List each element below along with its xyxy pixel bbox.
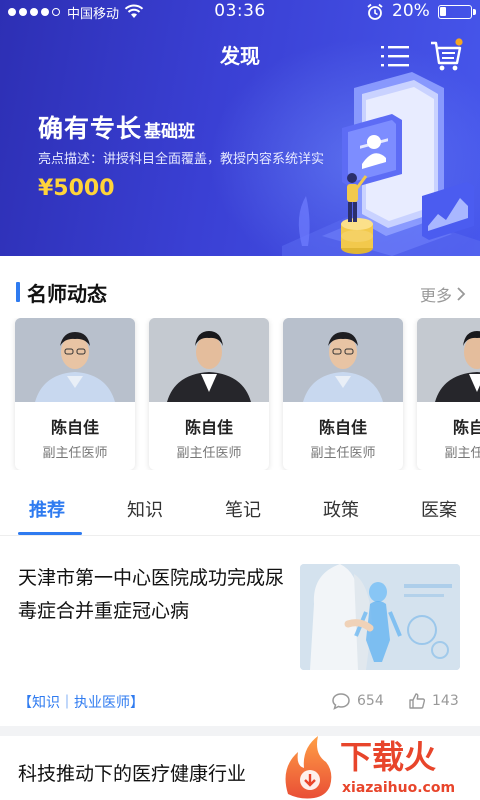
teachers-carousel[interactable]: 陈自佳 副主任医师 陈自佳 副主任医师 陈自佳 副主任医师 陈自 副主任 bbox=[0, 318, 480, 470]
article-item[interactable]: 天津市第一中心医院成功完成尿毒症合并重症冠心病 【知识｜执业医师】 654 14… bbox=[0, 548, 480, 726]
teacher-photo bbox=[417, 318, 480, 402]
hero-banner[interactable]: 中国移动 03:36 20% 发现 确有专长 基础班 亮点描述：讲授科目全面覆盖… bbox=[0, 0, 480, 256]
like-count[interactable]: 143 bbox=[408, 692, 459, 710]
tab-cases[interactable]: 医案 bbox=[421, 496, 457, 522]
article-tag: 【知识｜执业医师】 bbox=[18, 695, 144, 711]
comment-count[interactable]: 654 bbox=[331, 692, 384, 710]
teacher-card[interactable]: 陈自佳 副主任医师 bbox=[149, 318, 269, 470]
teacher-role: 副主任医师 bbox=[444, 446, 480, 461]
banner-price: ¥5000 bbox=[38, 176, 115, 201]
teacher-card[interactable]: 陈自佳 副主任医师 bbox=[283, 318, 403, 470]
alarm-icon bbox=[367, 3, 383, 20]
tab-policy[interactable]: 政策 bbox=[323, 496, 359, 522]
teachers-section-header: 名师动态 更多 bbox=[0, 278, 480, 308]
status-bar: 中国移动 03:36 20% bbox=[0, 0, 480, 24]
teacher-name: 陈自佳 bbox=[184, 418, 233, 437]
watermark-brand: 下载火 bbox=[340, 738, 436, 776]
tab-knowledge[interactable]: 知识 bbox=[127, 496, 163, 522]
battery-level bbox=[440, 7, 446, 16]
article-title: 科技推动下的医疗健康行业 bbox=[18, 763, 247, 785]
thumbs-up-icon bbox=[409, 693, 426, 709]
banner-title-main: 确有专长 bbox=[38, 114, 143, 143]
battery-percentage: 20% bbox=[392, 1, 430, 21]
category-tabs: 推荐 知识 笔记 政策 医案 bbox=[0, 488, 480, 536]
banner-illustration bbox=[282, 72, 480, 256]
tab-recommend[interactable]: 推荐 bbox=[29, 496, 65, 522]
article-thumbnail bbox=[300, 564, 460, 670]
article-title: 天津市第一中心医院成功完成尿毒症合并重症冠心病 bbox=[18, 567, 285, 622]
watermark-logo: 下载火 xiazaihuo.com bbox=[285, 736, 455, 799]
teacher-name: 陈自佳 bbox=[50, 418, 99, 437]
banner-title: 确有专长 基础班 bbox=[38, 109, 195, 145]
teacher-name: 陈自佳 bbox=[452, 418, 480, 437]
teacher-photo bbox=[15, 318, 135, 402]
teacher-role: 副主任医师 bbox=[176, 446, 242, 461]
teacher-card[interactable]: 陈自佳 副主任医师 bbox=[15, 318, 135, 470]
section-accent-bar bbox=[16, 282, 20, 302]
active-tab-indicator bbox=[18, 532, 82, 535]
chevron-right-icon bbox=[457, 287, 466, 301]
tab-notes[interactable]: 笔记 bbox=[225, 496, 261, 522]
teachers-section-title: 名师动态 bbox=[27, 282, 107, 306]
teacher-card[interactable]: 陈自佳 副主任医师 bbox=[417, 318, 480, 470]
comment-icon bbox=[332, 693, 350, 710]
teacher-photo bbox=[149, 318, 269, 402]
watermark-url: xiazaihuo.com bbox=[342, 780, 455, 796]
teacher-role: 副主任医师 bbox=[42, 446, 108, 461]
more-label: 更多 bbox=[419, 286, 452, 305]
teacher-role: 副主任医师 bbox=[310, 446, 376, 461]
teacher-photo bbox=[283, 318, 403, 402]
battery-icon bbox=[438, 5, 476, 19]
teacher-name: 陈自佳 bbox=[318, 418, 367, 437]
comment-count-value: 654 bbox=[357, 693, 384, 709]
like-count-value: 143 bbox=[432, 693, 459, 709]
more-button[interactable]: 更多 bbox=[420, 282, 466, 306]
banner-title-sub: 基础班 bbox=[144, 122, 196, 142]
